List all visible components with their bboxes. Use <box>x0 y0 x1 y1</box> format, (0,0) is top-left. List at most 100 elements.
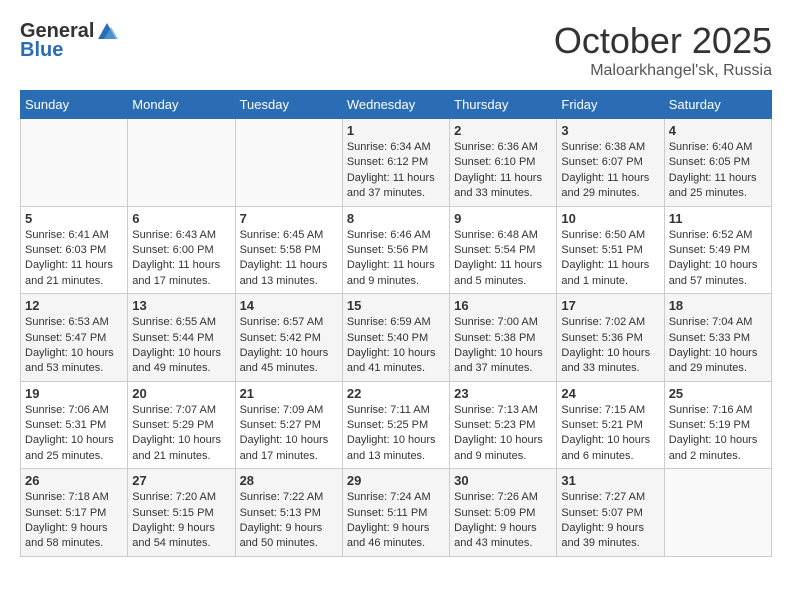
calendar-cell: 6Sunrise: 6:43 AM Sunset: 6:00 PM Daylig… <box>128 206 235 294</box>
weekday-header-friday: Friday <box>557 91 664 119</box>
day-info: Sunrise: 6:50 AM Sunset: 5:51 PM Dayligh… <box>561 228 659 290</box>
calendar-cell <box>664 469 771 557</box>
calendar-cell: 9 Sunrise: 6:48 AM Sunset: 5:54 PM Daylig… <box>450 206 557 294</box>
location: Maloarkhangel'sk, Russia <box>554 62 772 80</box>
calendar-cell: 8 Sunrise: 6:46 AM Sunset: 5:56 PM Daylig… <box>342 206 449 294</box>
weekday-header-thursday: Thursday <box>450 91 557 119</box>
calendar-cell: 15 Sunrise: 6:59 AM Sunset: 5:40 PM Dayli… <box>342 294 449 382</box>
calendar-cell: 21 Sunrise: 7:09 AM Sunset: 5:27 PM Dayli… <box>235 381 342 469</box>
day-number: 29 <box>347 473 445 488</box>
day-info: Sunrise: 6:52 AM Sunset: 5:49 PM Dayligh… <box>669 228 767 290</box>
day-info: Sunrise: 6:36 AM Sunset: 6:10 PM Dayligh… <box>454 140 552 202</box>
weekday-header-saturday: Saturday <box>664 91 771 119</box>
day-info: Sunrise: 6:59 AM Sunset: 5:40 PM Dayligh… <box>347 315 445 377</box>
day-info: Sunrise: 7:09 AM Sunset: 5:27 PM Dayligh… <box>240 403 338 465</box>
day-number: 21 <box>240 386 338 401</box>
calendar-cell: 12 Sunrise: 6:53 AM Sunset: 5:47 PM Dayli… <box>21 294 128 382</box>
calendar-cell: 22Sunrise: 7:11 AM Sunset: 5:25 PM Dayli… <box>342 381 449 469</box>
day-info: Sunrise: 7:18 AM Sunset: 5:17 PM Dayligh… <box>25 490 123 552</box>
calendar-week-1: 5 Sunrise: 6:41 AM Sunset: 6:03 PM Daylig… <box>21 206 772 294</box>
calendar-cell: 20 Sunrise: 7:07 AM Sunset: 5:29 PM Dayli… <box>128 381 235 469</box>
day-info: Sunrise: 6:38 AM Sunset: 6:07 PM Dayligh… <box>561 140 659 202</box>
day-info: Sunrise: 7:13 AM Sunset: 5:23 PM Dayligh… <box>454 403 552 465</box>
calendar-cell: 14Sunrise: 6:57 AM Sunset: 5:42 PM Dayli… <box>235 294 342 382</box>
day-info: Sunrise: 7:24 AM Sunset: 5:11 PM Dayligh… <box>347 490 445 552</box>
day-info: Sunrise: 6:46 AM Sunset: 5:56 PM Dayligh… <box>347 228 445 290</box>
day-number: 24 <box>561 386 659 401</box>
day-number: 20 <box>132 386 230 401</box>
day-number: 11 <box>669 211 767 226</box>
weekday-header-monday: Monday <box>128 91 235 119</box>
day-info: Sunrise: 6:55 AM Sunset: 5:44 PM Dayligh… <box>132 315 230 377</box>
day-info: Sunrise: 7:15 AM Sunset: 5:21 PM Dayligh… <box>561 403 659 465</box>
calendar-cell: 5 Sunrise: 6:41 AM Sunset: 6:03 PM Daylig… <box>21 206 128 294</box>
day-info: Sunrise: 6:48 AM Sunset: 5:54 PM Dayligh… <box>454 228 552 290</box>
calendar-week-4: 26 Sunrise: 7:18 AM Sunset: 5:17 PM Dayli… <box>21 469 772 557</box>
day-info: Sunrise: 7:11 AM Sunset: 5:25 PM Dayligh… <box>347 403 445 465</box>
day-number: 16 <box>454 298 552 313</box>
calendar-body: 1Sunrise: 6:34 AM Sunset: 6:12 PM Daylig… <box>21 119 772 557</box>
calendar-cell: 28 Sunrise: 7:22 AM Sunset: 5:13 PM Dayli… <box>235 469 342 557</box>
calendar-cell: 17 Sunrise: 7:02 AM Sunset: 5:36 PM Dayli… <box>557 294 664 382</box>
day-number: 4 <box>669 123 767 138</box>
calendar-cell <box>235 119 342 207</box>
weekday-header-wednesday: Wednesday <box>342 91 449 119</box>
day-number: 8 <box>347 211 445 226</box>
day-info: Sunrise: 7:26 AM Sunset: 5:09 PM Dayligh… <box>454 490 552 552</box>
calendar-week-2: 12 Sunrise: 6:53 AM Sunset: 5:47 PM Dayli… <box>21 294 772 382</box>
day-info: Sunrise: 7:02 AM Sunset: 5:36 PM Dayligh… <box>561 315 659 377</box>
day-info: Sunrise: 6:43 AM Sunset: 6:00 PM Dayligh… <box>132 228 230 290</box>
calendar-cell: 11 Sunrise: 6:52 AM Sunset: 5:49 PM Dayli… <box>664 206 771 294</box>
day-info: Sunrise: 7:22 AM Sunset: 5:13 PM Dayligh… <box>240 490 338 552</box>
day-info: Sunrise: 7:00 AM Sunset: 5:38 PM Dayligh… <box>454 315 552 377</box>
day-info: Sunrise: 6:53 AM Sunset: 5:47 PM Dayligh… <box>25 315 123 377</box>
calendar-cell: 25 Sunrise: 7:16 AM Sunset: 5:19 PM Dayli… <box>664 381 771 469</box>
day-number: 30 <box>454 473 552 488</box>
calendar-week-0: 1Sunrise: 6:34 AM Sunset: 6:12 PM Daylig… <box>21 119 772 207</box>
calendar-cell: 23 Sunrise: 7:13 AM Sunset: 5:23 PM Dayli… <box>450 381 557 469</box>
title-block: October 2025 Maloarkhangel'sk, Russia <box>554 20 772 80</box>
day-info: Sunrise: 6:57 AM Sunset: 5:42 PM Dayligh… <box>240 315 338 377</box>
day-number: 15 <box>347 298 445 313</box>
calendar-cell: 4Sunrise: 6:40 AM Sunset: 6:05 PM Daylig… <box>664 119 771 207</box>
calendar-table: SundayMondayTuesdayWednesdayThursdayFrid… <box>20 90 772 557</box>
day-number: 2 <box>454 123 552 138</box>
calendar-cell: 27Sunrise: 7:20 AM Sunset: 5:15 PM Dayli… <box>128 469 235 557</box>
page-header: General Blue October 2025 Maloarkhangel'… <box>20 20 772 80</box>
calendar-cell: 7Sunrise: 6:45 AM Sunset: 5:58 PM Daylig… <box>235 206 342 294</box>
calendar-cell <box>128 119 235 207</box>
day-info: Sunrise: 7:27 AM Sunset: 5:07 PM Dayligh… <box>561 490 659 552</box>
calendar-cell: 31 Sunrise: 7:27 AM Sunset: 5:07 PM Dayli… <box>557 469 664 557</box>
calendar-cell: 3 Sunrise: 6:38 AM Sunset: 6:07 PM Daylig… <box>557 119 664 207</box>
day-info: Sunrise: 7:07 AM Sunset: 5:29 PM Dayligh… <box>132 403 230 465</box>
day-info: Sunrise: 7:16 AM Sunset: 5:19 PM Dayligh… <box>669 403 767 465</box>
weekday-header-row: SundayMondayTuesdayWednesdayThursdayFrid… <box>21 91 772 119</box>
calendar-cell: 19Sunrise: 7:06 AM Sunset: 5:31 PM Dayli… <box>21 381 128 469</box>
day-number: 27 <box>132 473 230 488</box>
day-number: 5 <box>25 211 123 226</box>
day-number: 1 <box>347 123 445 138</box>
day-number: 19 <box>25 386 123 401</box>
month-title: October 2025 <box>554 20 772 62</box>
calendar-cell: 2 Sunrise: 6:36 AM Sunset: 6:10 PM Daylig… <box>450 119 557 207</box>
day-info: Sunrise: 6:41 AM Sunset: 6:03 PM Dayligh… <box>25 228 123 290</box>
day-number: 12 <box>25 298 123 313</box>
day-number: 17 <box>561 298 659 313</box>
day-number: 10 <box>561 211 659 226</box>
day-number: 9 <box>454 211 552 226</box>
day-number: 23 <box>454 386 552 401</box>
calendar-cell: 1Sunrise: 6:34 AM Sunset: 6:12 PM Daylig… <box>342 119 449 207</box>
day-number: 13 <box>132 298 230 313</box>
day-number: 31 <box>561 473 659 488</box>
day-number: 26 <box>25 473 123 488</box>
day-number: 28 <box>240 473 338 488</box>
weekday-header-sunday: Sunday <box>21 91 128 119</box>
calendar-cell: 10 Sunrise: 6:50 AM Sunset: 5:51 PM Dayli… <box>557 206 664 294</box>
calendar-cell: 16 Sunrise: 7:00 AM Sunset: 5:38 PM Dayli… <box>450 294 557 382</box>
day-number: 7 <box>240 211 338 226</box>
day-number: 18 <box>669 298 767 313</box>
day-number: 3 <box>561 123 659 138</box>
calendar-week-3: 19Sunrise: 7:06 AM Sunset: 5:31 PM Dayli… <box>21 381 772 469</box>
day-number: 25 <box>669 386 767 401</box>
day-info: Sunrise: 7:04 AM Sunset: 5:33 PM Dayligh… <box>669 315 767 377</box>
